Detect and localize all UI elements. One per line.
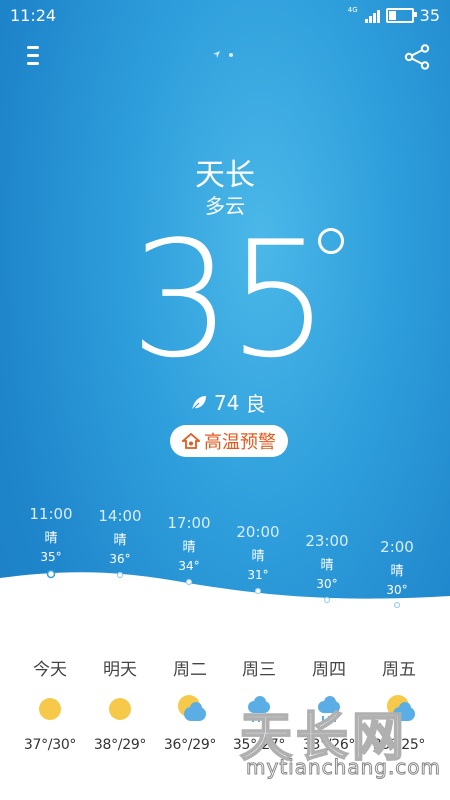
status-bar: 11:24 4G 35 bbox=[0, 0, 450, 32]
hourly-time: 11:00 bbox=[29, 505, 73, 523]
hourly-time: 17:00 bbox=[167, 514, 211, 532]
location-arrow-icon bbox=[212, 50, 221, 59]
degree-symbol bbox=[318, 228, 344, 254]
temperature-value: 35 bbox=[130, 206, 330, 393]
day-name: 周四 bbox=[312, 660, 346, 680]
hourly-time: 2:00 bbox=[380, 538, 414, 556]
site-watermark: 天长网 mytianchang.com bbox=[239, 695, 450, 800]
status-right: 4G 35 bbox=[347, 5, 440, 26]
battery-fill bbox=[388, 11, 396, 20]
day-name: 周二 bbox=[173, 660, 207, 680]
air-quality[interactable]: 74 良 bbox=[190, 388, 265, 417]
hourly-weather: 晴 bbox=[113, 533, 127, 548]
day-temp-range: 37°/30° bbox=[23, 737, 77, 753]
day-column[interactable]: 周二 36°/29° bbox=[155, 655, 225, 753]
city-name: 天长 bbox=[195, 158, 255, 193]
hourly-point bbox=[46, 569, 56, 579]
signal-icon bbox=[364, 9, 380, 23]
current-temperature: 35 bbox=[130, 200, 330, 400]
battery-level: 35 bbox=[419, 6, 440, 25]
aqi-level: 良 bbox=[245, 392, 266, 416]
day-name: 周三 bbox=[242, 660, 276, 680]
hourly-point bbox=[323, 596, 331, 604]
alert-label: 高温预警 bbox=[204, 432, 276, 453]
hourly-weather: 晴 bbox=[44, 531, 58, 546]
network-type: 4G bbox=[347, 5, 358, 14]
day-name: 明天 bbox=[103, 660, 137, 680]
page-indicator bbox=[212, 50, 233, 59]
menu-icon[interactable] bbox=[27, 44, 39, 68]
status-time: 11:24 bbox=[10, 6, 57, 25]
share-icon[interactable] bbox=[404, 44, 430, 70]
aqi-value: 74 bbox=[214, 390, 240, 415]
battery-icon bbox=[385, 8, 417, 23]
day-column[interactable]: 今天 37°/30° bbox=[15, 655, 85, 753]
hourly-point bbox=[254, 587, 262, 595]
hourly-time: 23:00 bbox=[305, 532, 349, 550]
hourly-time: 20:00 bbox=[236, 523, 280, 541]
day-column[interactable]: 明天 38°/29° bbox=[85, 655, 155, 753]
heat-alert-badge[interactable]: 高温预警 bbox=[170, 425, 288, 457]
hourly-point bbox=[116, 571, 124, 579]
day-temp-range: 36°/29° bbox=[163, 737, 217, 753]
hourly-point bbox=[185, 578, 193, 586]
watermark-url: mytianchang.com bbox=[245, 755, 442, 780]
hourly-time: 14:00 bbox=[98, 507, 142, 525]
leaf-icon bbox=[191, 395, 206, 410]
hourly-item: 11:00 晴 35° bbox=[16, 505, 86, 564]
heat-alert-icon bbox=[182, 433, 200, 449]
day-temp-range: 38°/29° bbox=[93, 737, 147, 753]
hourly-point bbox=[393, 601, 401, 609]
partly-cloudy-icon bbox=[170, 695, 210, 727]
page-dot bbox=[229, 52, 233, 57]
sun-icon bbox=[100, 695, 140, 727]
hourly-item: 14:00 晴 36° bbox=[85, 507, 155, 566]
day-name: 今天 bbox=[33, 660, 67, 680]
day-name: 周五 bbox=[382, 660, 416, 680]
hourly-weather: 晴 bbox=[182, 540, 196, 555]
sun-icon bbox=[30, 695, 70, 727]
